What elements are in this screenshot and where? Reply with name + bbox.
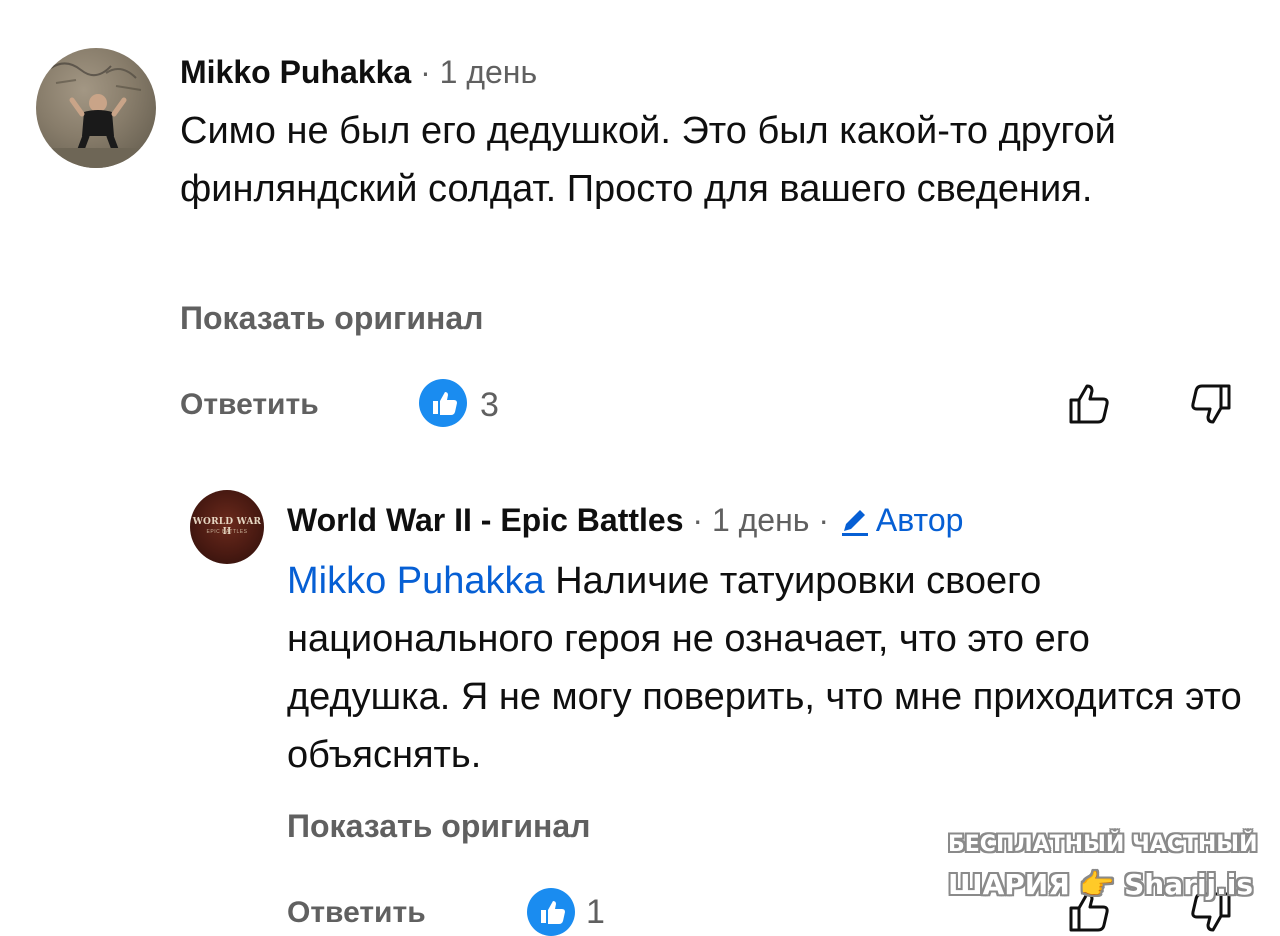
avatar-subtitle: EPIC BATTLES — [206, 529, 248, 535]
separator: · — [420, 54, 431, 90]
comment-1-text: Симо не был его дедушкой. Это был какой-… — [180, 110, 1116, 210]
like-count: 3 — [480, 386, 499, 424]
dislike-icon[interactable] — [1186, 380, 1234, 428]
thumbs-up-badge-icon — [527, 888, 575, 936]
thumbs-up-badge-icon — [419, 379, 467, 427]
mention-link[interactable]: Mikko Puhakka — [287, 560, 545, 602]
avatar-mikko[interactable] — [36, 48, 156, 168]
author-badge-label: Автор — [875, 502, 964, 538]
comment-1-header: Mikko Puhakka · 1 день — [180, 52, 537, 92]
separator: · — [818, 502, 829, 538]
author-badge: Автор — [838, 502, 964, 538]
comment-2-text: Mikko Puhakka Наличие татуировки своего … — [287, 552, 1247, 784]
comment-2-header: World War II - Epic Battles · 1 день · А… — [287, 500, 963, 540]
timestamp[interactable]: 1 день — [712, 502, 810, 538]
pencil-icon — [841, 510, 868, 536]
reply-button[interactable]: Ответить — [180, 388, 319, 422]
reply-button[interactable]: Ответить — [287, 896, 426, 930]
author-name[interactable]: Mikko Puhakka — [180, 54, 411, 90]
like-count: 1 — [586, 893, 605, 931]
avatar-channel[interactable]: WORLD WAR II EPIC BATTLES — [190, 490, 264, 564]
timestamp[interactable]: 1 день — [440, 54, 538, 90]
user-photo-avatar-icon — [36, 62, 156, 168]
like-icon[interactable] — [1066, 380, 1114, 428]
author-name[interactable]: World War II - Epic Battles — [287, 502, 684, 538]
separator: · — [692, 502, 704, 538]
show-original-button[interactable]: Показать оригинал — [180, 300, 483, 337]
show-original-button[interactable]: Показать оригинал — [287, 808, 590, 845]
watermark-line-1: БЕСПЛАТНЫЙ ЧАСТНЫЙ — [948, 832, 1258, 857]
watermark-line-2: ШАРИЯ 👉 Sharij.is — [948, 868, 1254, 901]
